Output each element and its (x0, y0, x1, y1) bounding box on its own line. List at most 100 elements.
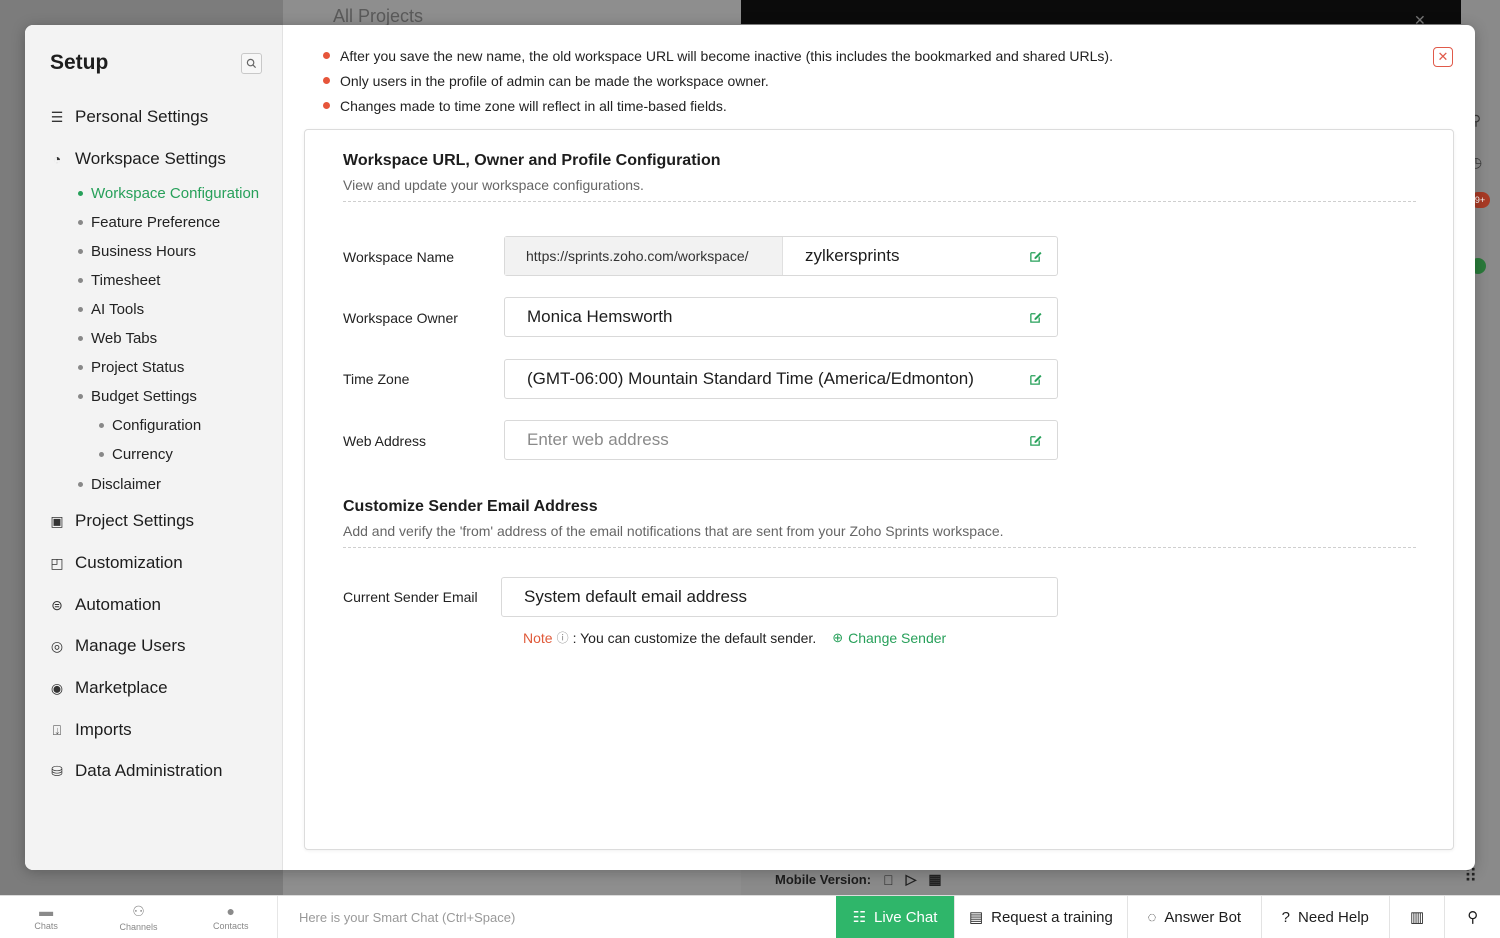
background-header-bar (741, 0, 1461, 24)
sidebar-item-manage-users[interactable]: ◎ Manage Users (49, 636, 186, 656)
change-sender-label: Change Sender (848, 629, 947, 646)
bullet-icon (78, 336, 83, 341)
sidebar-item-label: Disclaimer (91, 476, 162, 493)
need-help-label: Need Help (1298, 908, 1369, 926)
bullet-icon (99, 423, 104, 428)
web-address-placeholder: Enter web address (527, 430, 669, 449)
live-chat-button[interactable]: ☷ Live Chat (835, 896, 955, 938)
sidebar-item-label: Manage Users (75, 636, 186, 655)
training-icon: ▤ (968, 909, 984, 926)
time-zone-label: Time Zone (343, 371, 410, 387)
edit-icon[interactable] (1027, 371, 1043, 387)
sidebar-item-currency[interactable]: Currency (99, 446, 173, 463)
workspace-owner-field[interactable]: Monica Hemsworth (504, 297, 1058, 337)
sidebar-item-data-administration[interactable]: ⛁ Data Administration (49, 761, 222, 781)
sidebar-item-workspace-configuration[interactable]: Workspace Configuration (78, 185, 259, 202)
web-address-field[interactable]: Enter web address (504, 420, 1058, 460)
project-settings-icon: ▣ (50, 512, 64, 529)
contacts-button[interactable]: ● Contacts (185, 896, 277, 938)
channels-button[interactable]: ⚇ Channels (92, 896, 184, 938)
sidebar-item-label: Imports (75, 720, 132, 739)
personal-settings-icon: ☰ (50, 108, 64, 125)
sidebar-item-automation[interactable]: ⊜ Automation (49, 595, 161, 615)
sidebar-item-business-hours[interactable]: Business Hours (78, 243, 196, 260)
edit-icon[interactable] (1027, 248, 1043, 264)
sidebar-item-label: Project Status (91, 359, 185, 376)
sidebar-item-label: Workspace Configuration (91, 185, 260, 202)
edit-icon[interactable] (1027, 432, 1043, 448)
note-text: Only users in the profile of admin can b… (340, 72, 769, 89)
sidebar-item-marketplace[interactable]: ◉ Marketplace (49, 678, 168, 698)
chats-label: Chats (34, 921, 58, 931)
sender-section-title: Customize Sender Email Address (343, 498, 598, 515)
sidebar-item-imports[interactable]: ⍗ Imports (49, 720, 132, 740)
note-item: Only users in the profile of admin can b… (323, 68, 1113, 93)
contacts-icon: ● (226, 903, 236, 919)
channels-icon: ⚇ (132, 902, 145, 919)
sidebar-item-ai-tools[interactable]: AI Tools (78, 301, 144, 318)
sidebar-item-feature-preference[interactable]: Feature Preference (78, 214, 220, 231)
live-chat-label: Live Chat (874, 908, 938, 926)
sidebar-item-label: Data Administration (75, 761, 223, 780)
live-chat-icon: ☷ (852, 909, 867, 926)
sidebar-item-label: Marketplace (75, 678, 168, 697)
play-store-icon: ▷ (906, 871, 917, 888)
sidebar-item-timesheet[interactable]: Timesheet (78, 272, 160, 289)
sidebar-item-label: Web Tabs (91, 330, 158, 347)
mobile-version: Mobile Version:  ▷ ▦ (775, 871, 942, 888)
sidebar-item-budget-settings[interactable]: Budget Settings (78, 388, 197, 405)
sidebar-item-personal-settings[interactable]: ☰ Personal Settings (49, 107, 209, 127)
time-zone-field[interactable]: (GMT-06:00) Mountain Standard Time (Amer… (504, 359, 1058, 399)
request-training-button[interactable]: ▤ Request a training (954, 896, 1127, 938)
smart-chat-input[interactable]: Here is your Smart Chat (Ctrl+Space) (276, 896, 836, 938)
sidebar-item-workspace-settings[interactable]: ◔ Workspace Settings (49, 149, 226, 169)
bullet-icon (323, 102, 330, 109)
sidebar-item-customization[interactable]: ◰ Customization (49, 553, 182, 573)
current-sender-label: Current Sender Email (343, 589, 478, 605)
help-icon: ? (1281, 908, 1291, 926)
sidebar-item-label: Workspace Settings (75, 149, 226, 168)
sidebar-item-label: Personal Settings (75, 107, 209, 126)
bullet-icon (78, 278, 83, 283)
note-text: Changes made to time zone will reflect i… (340, 97, 727, 114)
chats-button[interactable]: ▬ Chats (0, 896, 92, 938)
sidebar-item-project-settings[interactable]: ▣ Project Settings (49, 511, 194, 531)
sidebar-search-button[interactable] (241, 53, 262, 74)
sidebar-item-label: Currency (112, 446, 173, 463)
bullet-icon (323, 77, 330, 84)
workspace-owner-value: Monica Hemsworth (527, 307, 673, 326)
search-button[interactable]: ⚲ (1444, 896, 1500, 938)
section-divider (343, 201, 1416, 202)
workspace-settings-icon: ◔ (52, 151, 62, 167)
sidebar-item-disclaimer[interactable]: Disclaimer (78, 476, 161, 493)
sidebar-item-configuration[interactable]: Configuration (99, 417, 201, 434)
section-description: View and update your workspace configura… (343, 177, 644, 193)
notes-list: After you save the new name, the old wor… (323, 43, 1113, 118)
section-divider (343, 547, 1416, 548)
close-button[interactable]: ✕ (1433, 47, 1453, 67)
configuration-card: Workspace URL, Owner and Profile Configu… (304, 129, 1454, 850)
map-button[interactable]: ▥ (1388, 896, 1445, 938)
answer-bot-button[interactable]: ◌ Answer Bot (1126, 896, 1261, 938)
workspace-name-field[interactable]: https://sprints.zoho.com/workspace/ zylk… (504, 236, 1058, 276)
sidebar-item-label: AI Tools (91, 301, 145, 318)
workspace-owner-label: Workspace Owner (343, 310, 458, 326)
note-item: Changes made to time zone will reflect i… (323, 93, 1113, 118)
search-icon: ⚲ (1467, 909, 1479, 926)
search-icon (246, 58, 257, 69)
info-icon: ⓘ (556, 631, 569, 645)
customization-icon: ◰ (50, 554, 64, 571)
bullet-icon (78, 394, 83, 399)
workspace-url-prefix: https://sprints.zoho.com/workspace/ (505, 237, 783, 275)
sidebar-item-project-status[interactable]: Project Status (78, 359, 184, 376)
sidebar-item-label: Project Settings (75, 511, 195, 530)
sidebar-item-label: Automation (75, 595, 161, 614)
change-sender-link[interactable]: ⊕ Change Sender (832, 630, 946, 646)
need-help-button[interactable]: ? Need Help (1260, 896, 1389, 938)
background-title: All Projects (333, 6, 424, 26)
sidebar-item-web-tabs[interactable]: Web Tabs (78, 330, 157, 347)
note-label: Note (523, 629, 553, 646)
edit-icon[interactable] (1027, 309, 1043, 325)
globe-icon: ⊕ (832, 629, 844, 645)
setup-content: After you save the new name, the old wor… (283, 25, 1475, 870)
